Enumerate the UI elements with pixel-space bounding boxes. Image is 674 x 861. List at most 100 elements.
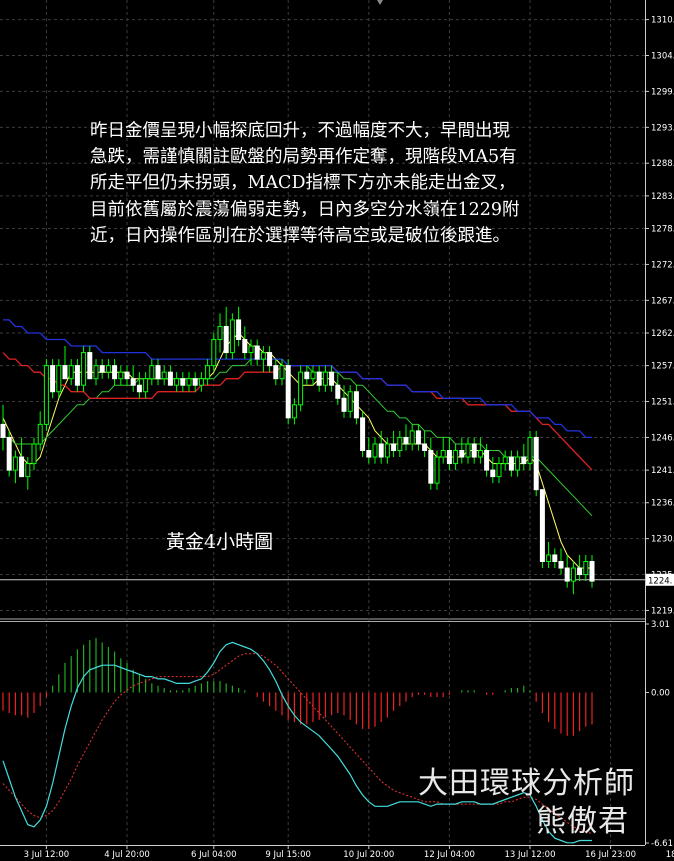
time-tick-label: 12 Jul 04:00 [424,850,475,860]
candle-body-down [167,371,173,386]
candle-body-up [205,365,211,380]
price-tick-label: 1257. [651,362,674,372]
candle-body-down [552,554,558,563]
candle-body-up [93,365,99,380]
candle-body-down [422,443,428,452]
candle [298,365,304,412]
candle-body-down [242,339,248,354]
candle-body-down [459,450,465,458]
candle [229,313,235,360]
candle-body-up [453,450,459,465]
candle-body-up [229,319,235,354]
price-tick-label: 1251. [651,398,674,408]
candle-body-up [465,443,471,458]
candle-body-down [564,567,570,582]
candle-body-up [384,443,390,458]
candle-body-down [62,365,68,380]
candle-body-down [192,378,198,386]
macd-tick-label: 0.00 [651,689,670,699]
candle-body-up [409,430,415,445]
price-tick-label: 1278. [651,225,674,235]
candle-body-up [149,365,155,380]
candle-body-down [378,443,384,458]
candle-body-down [353,391,359,419]
candle-body-down [403,436,409,445]
candle-body-down [490,469,496,478]
annotation-line: 昨日金價呈現小幅探底回升，不過幅度不大，早間出現 [90,121,510,141]
price-tick-label: 1236. [651,499,674,509]
candle-body-down [577,567,583,576]
candle-body-down [558,561,564,569]
candle-body-down [335,384,341,399]
candle-body-down [521,456,527,465]
candle-body-down [267,352,273,367]
candle-body-down [19,456,25,478]
price-tick-label: 1299. [651,87,674,97]
candle-body-down [391,443,397,452]
candle-body-up [570,567,576,582]
candle-body-up [477,450,483,458]
price-tick-label: 1246. [651,433,674,443]
price-tick-label: 1288. [651,159,674,169]
candle-body-down [304,371,310,380]
candle-body-up [515,456,521,471]
candle-body-up [198,378,204,386]
price-tick-label: 1283. [651,192,674,202]
candle-body-up [397,436,403,452]
price-tick-label: 1241. [651,466,674,476]
candle [43,359,49,431]
candle-body-down [341,397,347,412]
chart-caption: 黃金4小時圖 [166,531,274,553]
candle-body-down [446,450,452,465]
candle-body-down [329,371,335,386]
price-tick-label: 1219. [651,606,674,616]
candle-body-up [347,391,353,412]
candle-body-up [43,365,49,425]
candle-body-down [236,319,242,341]
time-tick-label: 13 Jul 12:00 [505,850,556,860]
time-tick-label: 3 Jul 12:00 [24,850,70,860]
candle-body-up [527,436,533,465]
candle [6,430,12,477]
candle-body-down [533,436,539,491]
candle [533,430,539,497]
candle-body-down [254,345,260,360]
price-tick-label: 1272. [651,260,674,270]
candle-body-up [298,371,304,406]
macd-tick-label: 3.01 [651,620,670,630]
time-tick-label: 9 Jul 15:00 [265,850,311,860]
candle-body-down [415,430,421,445]
candle-body-down [484,450,490,471]
candle [81,346,87,392]
candle-body-up [496,463,502,478]
candle-body-up [211,339,217,367]
candle-body-up [143,378,149,393]
candle-body-down [136,384,142,393]
candle-body-down [130,378,136,386]
candle-body-down [508,456,514,471]
candle-body-up [279,365,285,380]
candle [285,359,291,425]
candle-body-down [285,365,291,419]
price-tick-label: 1267. [651,296,674,306]
candle-body-up [25,463,31,478]
candle-body-up [546,554,552,563]
price-tick-label: 1293. [651,123,674,133]
candle-body-down [74,365,80,386]
candle-body-down [50,365,56,393]
candle-body-down [124,371,130,380]
candle-body-up [440,450,446,458]
time-tick-label: 16 Jul 23:00 [585,850,636,860]
candle-body-down [316,371,322,386]
candle-body-up [291,404,297,419]
candle-body-up [161,371,167,380]
candle-body-up [217,325,223,341]
candle-body-up [56,365,62,393]
candle-body-up [186,378,192,386]
candle-body-down [589,561,595,582]
candle-body-up [310,371,316,380]
annotation-line: 目前依舊屬於震蕩偏弱走勢，日內多空分水嶺在1229附 [90,199,520,220]
candle-body-up [583,561,589,576]
price-tick-label: 1230. [651,535,674,545]
candle-body-down [180,378,186,386]
